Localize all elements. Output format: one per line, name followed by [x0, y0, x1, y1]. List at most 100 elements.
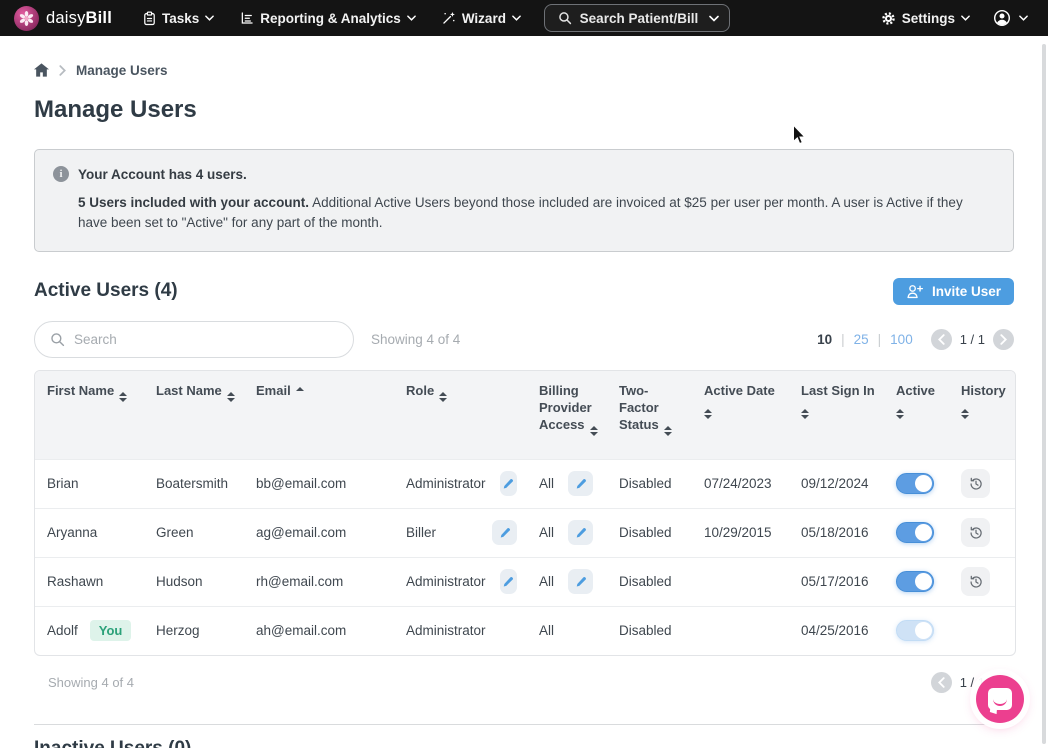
previous-page-button[interactable]	[931, 329, 952, 350]
brand-home-link[interactable]: daisyBill	[14, 6, 112, 31]
edit-billing-provider-access-button[interactable]	[568, 471, 593, 496]
sort-icon	[801, 409, 809, 420]
two-factor-status: Disabled	[619, 476, 672, 491]
next-page-button[interactable]	[993, 329, 1014, 350]
edit-billing-provider-access-button[interactable]	[568, 520, 593, 545]
column-header-history[interactable]: History	[949, 371, 1015, 459]
first-name: Aryanna	[47, 525, 97, 540]
page-size-selector: 10 | 25 | 100	[817, 332, 913, 347]
tasks-clipboard-icon	[143, 11, 156, 26]
alert-title: Your Account has 4 users.	[78, 167, 247, 182]
nav-tasks-label: Tasks	[162, 11, 199, 26]
page-indicator: 1 / 1	[960, 332, 985, 347]
two-factor-status: Disabled	[619, 525, 672, 540]
column-header-last-sign-in[interactable]: Last Sign In	[789, 371, 884, 459]
user-row-brian-boatersmith: Brian Boatersmith bb@email.com Administrato…	[35, 459, 1015, 508]
edit-role-button[interactable]	[492, 520, 517, 545]
search-input[interactable]	[74, 332, 338, 347]
search-icon	[50, 332, 65, 347]
nav-settings[interactable]: Settings	[870, 0, 981, 36]
chevron-down-icon	[407, 15, 416, 21]
patient-bill-search[interactable]: Search Patient/Bill	[544, 4, 730, 32]
last-name: Hudson	[156, 574, 203, 589]
last-sign-in: 05/17/2016	[801, 574, 869, 589]
column-header-email[interactable]: Email	[244, 371, 394, 459]
role: Biller	[406, 525, 436, 540]
first-name: Adolf	[47, 623, 78, 638]
column-header-two-factor-status[interactable]: Two-Factor Status	[607, 371, 692, 459]
email: ag@email.com	[256, 525, 346, 540]
first-name: Rashawn	[47, 574, 103, 589]
nav-reporting-label: Reporting & Analytics	[260, 11, 401, 26]
column-header-first-name[interactable]: First Name	[35, 371, 144, 459]
column-header-last-name[interactable]: Last Name	[144, 371, 244, 459]
page-size-10[interactable]: 10	[817, 332, 832, 347]
previous-page-button[interactable]	[931, 672, 952, 693]
edit-role-button[interactable]	[500, 471, 517, 496]
sort-icon	[664, 426, 672, 437]
billing-provider-access: All	[539, 574, 554, 589]
history-button[interactable]	[961, 469, 990, 498]
first-name: Brian	[47, 476, 79, 491]
gear-icon	[881, 11, 896, 26]
last-sign-in: 05/18/2016	[801, 525, 869, 540]
active-toggle[interactable]	[896, 473, 934, 494]
history-button[interactable]	[961, 567, 990, 596]
chat-launcher-button[interactable]	[976, 675, 1024, 723]
edit-role-button[interactable]	[500, 569, 517, 594]
nav-user-menu[interactable]	[987, 0, 1034, 36]
scrollbar[interactable]	[1042, 44, 1046, 744]
manage-users-page: daisyBill Tasks Reporting & Analyti	[0, 0, 1048, 748]
nav-wizard[interactable]: Wizard	[431, 0, 532, 36]
chevron-right-icon	[59, 65, 66, 76]
column-header-billing-provider-access[interactable]: Billing Provider Access	[527, 371, 607, 459]
chevron-down-icon	[1019, 15, 1028, 21]
active-toggle[interactable]	[896, 522, 934, 543]
daisybill-logo-icon	[14, 6, 39, 31]
history-button[interactable]	[961, 518, 990, 547]
column-header-active-date[interactable]: Active Date	[692, 371, 789, 459]
column-header-active[interactable]: Active	[884, 371, 949, 459]
showing-count-top: Showing 4 of 4	[371, 332, 460, 347]
table-search	[34, 321, 354, 358]
active-toggle[interactable]	[896, 620, 934, 641]
search-icon	[558, 11, 572, 25]
last-sign-in: 09/12/2024	[801, 476, 869, 491]
nav-reporting-analytics[interactable]: Reporting & Analytics	[229, 0, 427, 36]
invite-user-button[interactable]: Invite User	[893, 278, 1014, 305]
user-row-aryanna-green: AryannaGreenag@email.comBillerAllDisable…	[35, 508, 1015, 557]
column-header-role[interactable]: Role	[394, 371, 527, 459]
breadcrumb: Manage Users	[34, 61, 1014, 79]
email: bb@email.com	[256, 476, 346, 491]
edit-billing-provider-access-button[interactable]	[568, 569, 593, 594]
pagination-top: 1 / 1	[931, 329, 1014, 350]
role: Administrator	[406, 623, 486, 638]
billing-provider-access: All	[539, 525, 554, 540]
account-users-alert: i Your Account has 4 users. 5 Users incl…	[34, 149, 1014, 252]
home-icon[interactable]	[34, 63, 49, 77]
chat-bubble-icon	[988, 688, 1012, 710]
page-size-25[interactable]: 25	[854, 332, 869, 347]
patient-bill-search-label: Search Patient/Bill	[580, 11, 699, 26]
role: Administrator	[406, 476, 486, 491]
two-factor-status: Disabled	[619, 574, 672, 589]
active-toggle[interactable]	[896, 571, 934, 592]
nav-tasks[interactable]: Tasks	[132, 0, 225, 36]
user-avatar-icon	[993, 9, 1011, 27]
page-size-100[interactable]: 100	[890, 332, 913, 347]
active-date: 10/29/2015	[704, 525, 772, 540]
sort-icon	[227, 392, 235, 403]
reporting-chart-icon	[240, 11, 254, 25]
showing-count-bottom: Showing 4 of 4	[48, 675, 134, 690]
nav-wizard-label: Wizard	[462, 11, 506, 26]
table-header-row: First NameLast NameEmailRoleBilling Prov…	[35, 371, 1015, 459]
nav-settings-label: Settings	[902, 11, 955, 26]
billing-provider-access: All	[539, 476, 554, 491]
active-date: 07/24/2023	[704, 476, 772, 491]
last-name: Boatersmith	[156, 476, 228, 491]
alert-body: 5 Users included with your account. Addi…	[78, 193, 995, 234]
brand-wordmark: daisyBill	[46, 9, 112, 28]
chevron-down-icon	[961, 15, 970, 21]
info-icon: i	[53, 166, 69, 182]
sort-icon	[704, 409, 712, 420]
